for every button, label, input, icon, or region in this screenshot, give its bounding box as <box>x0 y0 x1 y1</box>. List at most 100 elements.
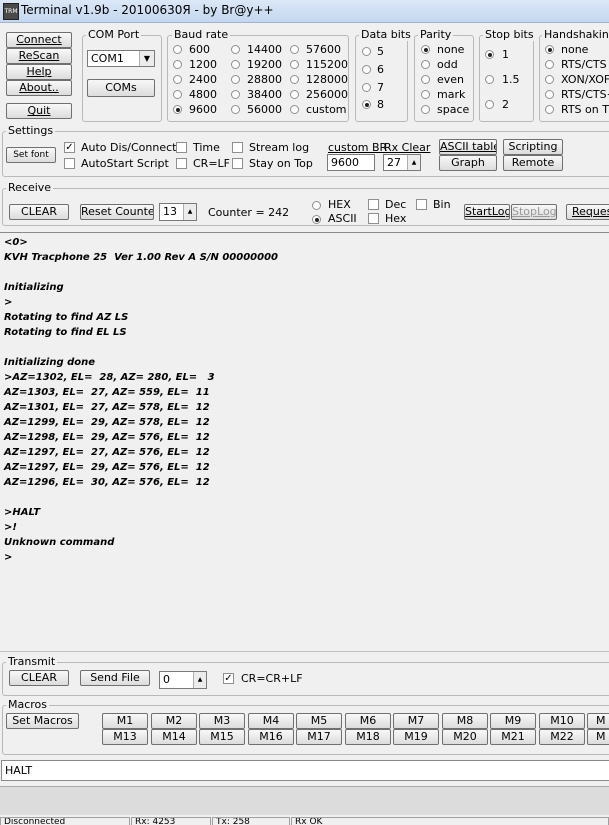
chevron-down-icon[interactable]: ▼ <box>139 51 154 66</box>
hex-checkbox[interactable] <box>368 213 379 224</box>
baud-radio-custom[interactable] <box>290 105 299 114</box>
macro-button-m19[interactable]: M19 <box>393 729 439 745</box>
time-checkbox[interactable] <box>176 142 187 153</box>
rescan-button[interactable]: ReScan <box>6 48 72 64</box>
baud-radio-57600[interactable] <box>290 45 299 54</box>
parity-radio-odd[interactable] <box>421 60 430 69</box>
transmit-clear-button[interactable]: CLEAR <box>9 670 69 686</box>
baud-radio-1200[interactable] <box>173 60 182 69</box>
baud-radio-14400[interactable] <box>231 45 240 54</box>
baud-radio-56000[interactable] <box>231 105 240 114</box>
data-bits-radio-5[interactable] <box>362 47 371 56</box>
macro-button-m10[interactable]: M10 <box>539 713 585 729</box>
macro-button-m8[interactable]: M8 <box>442 713 488 729</box>
parity-radio-mark[interactable] <box>421 90 430 99</box>
remote-button[interactable]: Remote <box>503 155 563 171</box>
quit-button[interactable]: Quit <box>6 103 72 119</box>
receive-clear-button[interactable]: CLEAR <box>9 204 69 220</box>
transmit-input[interactable]: HALT <box>1 760 609 781</box>
set-macros-button[interactable]: Set Macros <box>6 713 79 729</box>
macro-button-m22[interactable]: M22 <box>539 729 585 745</box>
macro-button-m5[interactable]: M5 <box>296 713 342 729</box>
macro-button-m20[interactable]: M20 <box>442 729 488 745</box>
stop-log-button[interactable]: StopLog <box>511 204 557 220</box>
start-log-button[interactable]: StartLog <box>464 204 510 220</box>
cr-lf-checkbox[interactable] <box>176 158 187 169</box>
stream-log-checkbox[interactable] <box>232 142 243 153</box>
macro-button-m7[interactable]: M7 <box>393 713 439 729</box>
spin-arrows-icon[interactable]: ▲▼ <box>183 204 196 220</box>
macro-button-m15[interactable]: M15 <box>199 729 245 745</box>
baud-radio-9600[interactable] <box>173 105 182 114</box>
counter-spin-input[interactable]: 13 ▲▼ <box>159 203 197 221</box>
macro-button-m-partial[interactable]: M <box>587 729 609 745</box>
macro-button-m14[interactable]: M14 <box>151 729 197 745</box>
baud-radio-19200[interactable] <box>231 60 240 69</box>
graph-button[interactable]: Graph <box>439 155 497 171</box>
macro-button-m-partial[interactable]: M <box>587 713 609 729</box>
stay-on-top-checkbox[interactable] <box>232 158 243 169</box>
transmit-spin-input[interactable]: 0 ▲▼ <box>159 671 207 689</box>
custom-br-input[interactable]: 9600 <box>327 154 375 171</box>
handshaking-radio-xon-xoff[interactable] <box>545 75 554 84</box>
coms-button[interactable]: COMs <box>87 79 155 97</box>
baud-option-label: custom <box>306 103 347 116</box>
send-file-button[interactable]: Send File <box>80 670 150 686</box>
terminal-line: Rotating to find AZ LS <box>4 312 129 323</box>
spin-arrows-icon[interactable]: ▲▼ <box>193 672 206 688</box>
autostart-script-checkbox[interactable] <box>64 158 75 169</box>
baud-radio-2400[interactable] <box>173 75 182 84</box>
macro-button-m1[interactable]: M1 <box>102 713 148 729</box>
baud-radio-115200[interactable] <box>290 60 299 69</box>
help-button[interactable]: Help <box>6 64 72 80</box>
data-bits-radio-6[interactable] <box>362 65 371 74</box>
macro-button-m9[interactable]: M9 <box>490 713 536 729</box>
baud-radio-256000[interactable] <box>290 90 299 99</box>
spin-arrows-icon[interactable]: ▲▼ <box>407 155 420 170</box>
handshaking-radio-rts-cts[interactable] <box>545 60 554 69</box>
handshaking-radio-rts-cts-xon-xoff[interactable] <box>545 90 554 99</box>
parity-radio-none[interactable] <box>421 45 430 54</box>
terminal-line: > <box>4 552 13 563</box>
com-port-select[interactable]: COM1 ▼ <box>87 50 155 67</box>
ascii-table-button[interactable]: ASCII table <box>439 139 497 155</box>
stop-bits-radio-2[interactable] <box>485 100 494 109</box>
about-button[interactable]: About.. <box>6 80 72 96</box>
macro-button-m13[interactable]: M13 <box>102 729 148 745</box>
cr-crlf-checkbox[interactable]: ✓ <box>223 673 234 684</box>
macro-button-m3[interactable]: M3 <box>199 713 245 729</box>
receive-terminal[interactable]: <0> KVH Tracphone 25 Ver 1.00 Rev A S/N 0… <box>0 232 609 652</box>
auto-dis-connect-checkbox[interactable]: ✓ <box>64 142 75 153</box>
parity-radio-space[interactable] <box>421 105 430 114</box>
scripting-button[interactable]: Scripting <box>503 139 563 155</box>
macro-button-m21[interactable]: M21 <box>490 729 536 745</box>
terminal-line: KVH Tracphone 25 Ver 1.00 Rev A S/N 0000… <box>4 252 279 263</box>
baud-radio-28800[interactable] <box>231 75 240 84</box>
reset-counter-button[interactable]: Reset Counter <box>80 204 154 220</box>
macro-button-m6[interactable]: M6 <box>345 713 391 729</box>
bin-checkbox[interactable] <box>416 199 427 210</box>
parity-radio-even[interactable] <box>421 75 430 84</box>
data-bits-radio-7[interactable] <box>362 83 371 92</box>
handshaking-radio-rts-on-tx[interactable] <box>545 105 554 114</box>
baud-radio-600[interactable] <box>173 45 182 54</box>
macro-button-m16[interactable]: M16 <box>248 729 294 745</box>
macro-button-m4[interactable]: M4 <box>248 713 294 729</box>
rx-clear-input[interactable]: 27 ▲▼ <box>383 154 421 171</box>
baud-radio-38400[interactable] <box>231 90 240 99</box>
baud-radio-4800[interactable] <box>173 90 182 99</box>
macro-button-m17[interactable]: M17 <box>296 729 342 745</box>
request-button[interactable]: Reques <box>566 204 609 220</box>
connect-button[interactable]: Connect <box>6 32 72 48</box>
macro-button-m18[interactable]: M18 <box>345 729 391 745</box>
set-font-button[interactable]: Set font <box>6 147 56 163</box>
stop-bits-radio-1-5[interactable] <box>485 75 494 84</box>
handshaking-radio-none[interactable] <box>545 45 554 54</box>
baud-radio-128000[interactable] <box>290 75 299 84</box>
dec-checkbox[interactable] <box>368 199 379 210</box>
macro-button-m2[interactable]: M2 <box>151 713 197 729</box>
ascii-radio[interactable] <box>312 215 321 224</box>
hex-radio[interactable] <box>312 201 321 210</box>
data-bits-radio-8[interactable] <box>362 100 371 109</box>
stop-bits-radio-1[interactable] <box>485 50 494 59</box>
